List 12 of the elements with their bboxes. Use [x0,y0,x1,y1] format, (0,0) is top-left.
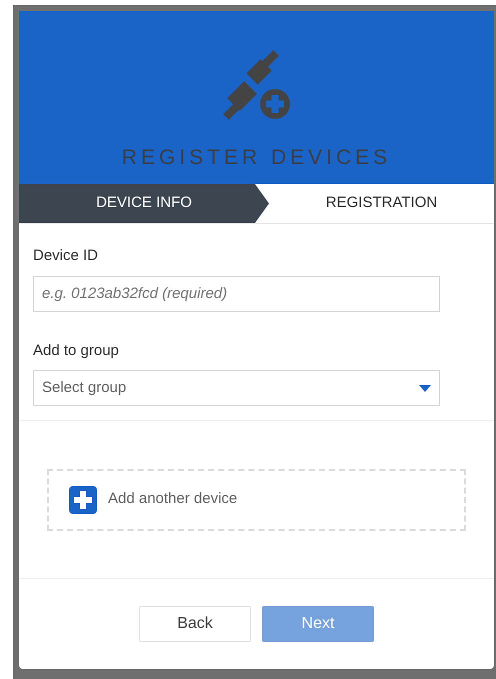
plug-plus-icon [220,50,292,122]
plus-icon [69,486,97,514]
field-label: Add to group [33,340,120,360]
select-field[interactable]: Select group [33,370,440,406]
dialog-title: REGISTER DEVICES [122,145,392,171]
step-tab[interactable]: DEVICE INFO [19,184,269,223]
field-label: Device ID [33,246,100,266]
add-device-label: Add another device [108,489,238,510]
caret-icon [419,384,431,392]
add-device-button[interactable]: Add another device [47,468,466,530]
text-field[interactable]: e.g. 0123ab32fcd (required) [33,276,440,312]
back-button[interactable]: Back [139,606,251,642]
